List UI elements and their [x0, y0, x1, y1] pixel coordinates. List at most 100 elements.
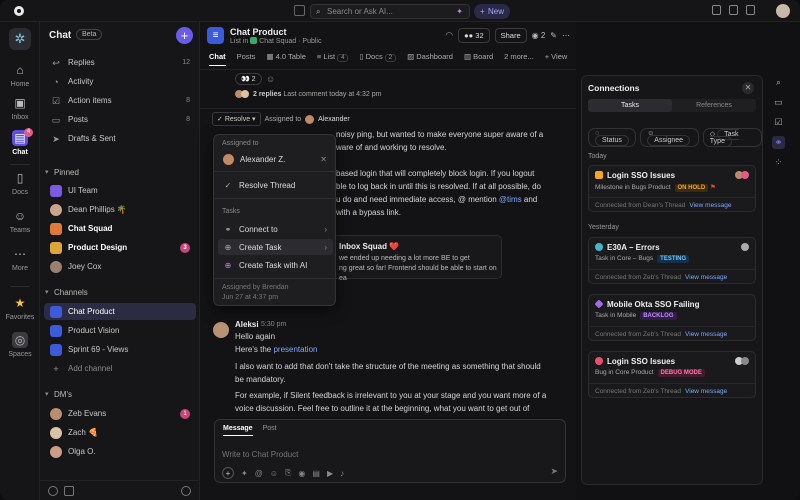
layout-icon[interactable] [64, 486, 74, 496]
sidebar-item-product-design[interactable]: Product Design3 [44, 239, 196, 256]
reaction-chip[interactable]: 👀 2 [235, 73, 262, 85]
sidebar-item-product-vision[interactable]: Product Vision [44, 322, 196, 339]
rail-favorites[interactable]: ★Favorites [0, 295, 40, 321]
author-name[interactable]: Aleksi [235, 320, 259, 329]
rail-inbox[interactable]: ▣Inbox [0, 95, 40, 121]
task-card[interactable]: Login SSO Issues Bug in Core ProductDEBU… [588, 351, 756, 398]
search-icon[interactable]: ⌕ [772, 76, 785, 89]
sidebar-item-drafts[interactable]: ➤Drafts & Sent [44, 130, 196, 147]
timer-icon[interactable] [746, 5, 755, 15]
tab-more[interactable]: 2 more... [504, 52, 534, 66]
calendar-icon[interactable] [294, 5, 305, 16]
close-icon[interactable]: ✕ [742, 82, 754, 94]
new-chat-button[interactable]: + [176, 27, 193, 44]
connect-to-item[interactable]: ⚭Connect to› [218, 221, 333, 237]
tab-list[interactable]: ≡ List4 [317, 52, 348, 66]
tab-tasks[interactable]: Tasks [588, 99, 672, 112]
format-icon[interactable]: ▤ [312, 469, 320, 478]
comments-icon[interactable]: ▭ [772, 96, 785, 109]
more-options-icon[interactable]: ⋯ [562, 31, 570, 40]
sidebar-item-activity[interactable]: ◔Activity [44, 73, 196, 90]
add-channel-button[interactable]: +Add channel [44, 360, 196, 377]
send-icon[interactable]: ➤ [550, 466, 558, 477]
user-avatar[interactable] [776, 4, 790, 18]
tasks-check-icon[interactable]: ☑ [772, 116, 785, 129]
view-message-link[interactable]: View message [685, 388, 727, 395]
task-card[interactable]: E30A – Errors Task in Core – BugsTESTING… [588, 237, 756, 284]
resolve-button[interactable]: ✓ Resolve ▾ [212, 112, 261, 126]
create-task-ai-item[interactable]: ⊕Create Task with AI [218, 257, 333, 273]
rail-docs[interactable]: ▯Docs [0, 170, 40, 196]
ai-sparkle-icon[interactable]: ✦ [241, 469, 248, 478]
pin-icon[interactable]: ✎ [550, 31, 557, 40]
rail-chat[interactable]: ▤4Chat [0, 130, 40, 156]
help-icon[interactable] [48, 486, 58, 496]
resolve-thread-item[interactable]: ✓Resolve Thread [218, 177, 333, 193]
mention-icon[interactable]: @ [255, 469, 263, 478]
space-link[interactable]: Chat Squad [259, 38, 296, 45]
dms-header[interactable]: DM's [54, 390, 72, 399]
tab-docs[interactable]: ▯ Docs2 [359, 52, 396, 66]
remove-assignee-icon[interactable]: ✕ [320, 155, 327, 164]
global-search[interactable]: ⌕ Search or Ask AI... ✦ [310, 4, 470, 19]
video-icon[interactable]: ▶ [327, 469, 333, 478]
tab-chat[interactable]: Chat [209, 52, 226, 66]
view-message-link[interactable]: View message [685, 274, 727, 281]
workspace-logo-icon[interactable]: ✲ [9, 28, 31, 50]
tab-message[interactable]: Message [223, 425, 253, 436]
tab-table[interactable]: ▦ 4.0 Table [266, 52, 305, 66]
attach-plus-icon[interactable]: + [222, 467, 234, 479]
sidebar-item-replies[interactable]: ↩Replies12 [44, 54, 196, 71]
assignee-filter[interactable]: ☺ Assignee [640, 128, 699, 147]
status-filter[interactable]: ◌ Status [588, 128, 636, 147]
tab-board[interactable]: ▥ Board [464, 52, 493, 66]
notepad-icon[interactable] [712, 5, 721, 15]
new-button[interactable]: New [474, 4, 510, 19]
clip-icon[interactable]: ⎘ [285, 468, 291, 478]
shortcuts-icon[interactable]: ⁘ [772, 156, 785, 169]
settings-icon[interactable] [181, 486, 191, 496]
channels-header[interactable]: Channels [54, 288, 88, 297]
tab-dashboard[interactable]: ▨ Dashboard [407, 52, 453, 66]
rail-spaces[interactable]: ◎Spaces [0, 332, 40, 358]
sidebar-item-olga[interactable]: Olga O. [44, 443, 196, 460]
rail-more[interactable]: ⋯More [0, 246, 40, 272]
sidebar-item-posts[interactable]: ▭Posts8 [44, 111, 196, 128]
embedded-message[interactable]: Inbox Squad ❤️ we ended up needing a lot… [330, 235, 502, 279]
task-card[interactable]: Mobile Okta SSO Failing Task in MobileBA… [588, 294, 756, 341]
record-icon[interactable]: ◉ [298, 469, 305, 478]
assignee-row[interactable]: Alexander Z.✕ [218, 151, 333, 167]
app-logo[interactable] [14, 6, 24, 16]
tab-post[interactable]: Post [263, 425, 277, 436]
add-reaction-icon[interactable]: ☺ [266, 74, 275, 84]
add-view-button[interactable]: + View [545, 52, 568, 66]
sidebar-item-chat-squad[interactable]: Chat Squad [44, 220, 196, 237]
watchers-count[interactable]: ◉ 2 [532, 31, 546, 40]
connections-icon[interactable]: ⚭ [772, 136, 785, 149]
task-type-filter[interactable]: ◇ Task Type [703, 128, 762, 147]
presentation-link[interactable]: presentation [273, 345, 317, 354]
emoji-icon[interactable]: ☺ [270, 469, 278, 478]
sidebar-item-sprint[interactable]: Sprint 69 - Views [44, 341, 196, 358]
create-task-item[interactable]: ⊕Create Task› [218, 239, 333, 255]
microphone-icon[interactable]: ♪ [340, 469, 344, 478]
share-button[interactable]: Share [495, 28, 527, 43]
mention-link[interactable]: @tims [499, 195, 522, 204]
rail-home[interactable]: ⌂Home [0, 62, 40, 88]
sidebar-item-dean[interactable]: Dean Phillips 🌴 [44, 201, 196, 218]
sidebar-item-ui-team[interactable]: UI Team [44, 182, 196, 199]
thread-replies[interactable]: 2 replies Last comment today at 4:32 pm [235, 91, 381, 98]
tab-posts[interactable]: Posts [237, 52, 256, 66]
pinned-header[interactable]: Pinned [54, 168, 79, 177]
clock-icon[interactable] [729, 5, 738, 15]
ai-sparkle-icon[interactable]: ✦ [456, 5, 463, 18]
sidebar-item-joey[interactable]: Joey Cox [44, 258, 196, 275]
message-input[interactable]: Write to Chat Product [222, 450, 298, 459]
tab-references[interactable]: References [672, 99, 756, 112]
view-message-link[interactable]: View message [685, 331, 727, 338]
task-card[interactable]: Login SSO Issues Milestone in Bugs Produ… [588, 165, 756, 212]
avatar[interactable] [213, 322, 229, 338]
members-pill[interactable]: ●● 32 [458, 28, 490, 43]
sidebar-item-zach[interactable]: Zach 🍕 [44, 424, 196, 441]
sidebar-item-chat-product[interactable]: Chat Product [44, 303, 196, 320]
